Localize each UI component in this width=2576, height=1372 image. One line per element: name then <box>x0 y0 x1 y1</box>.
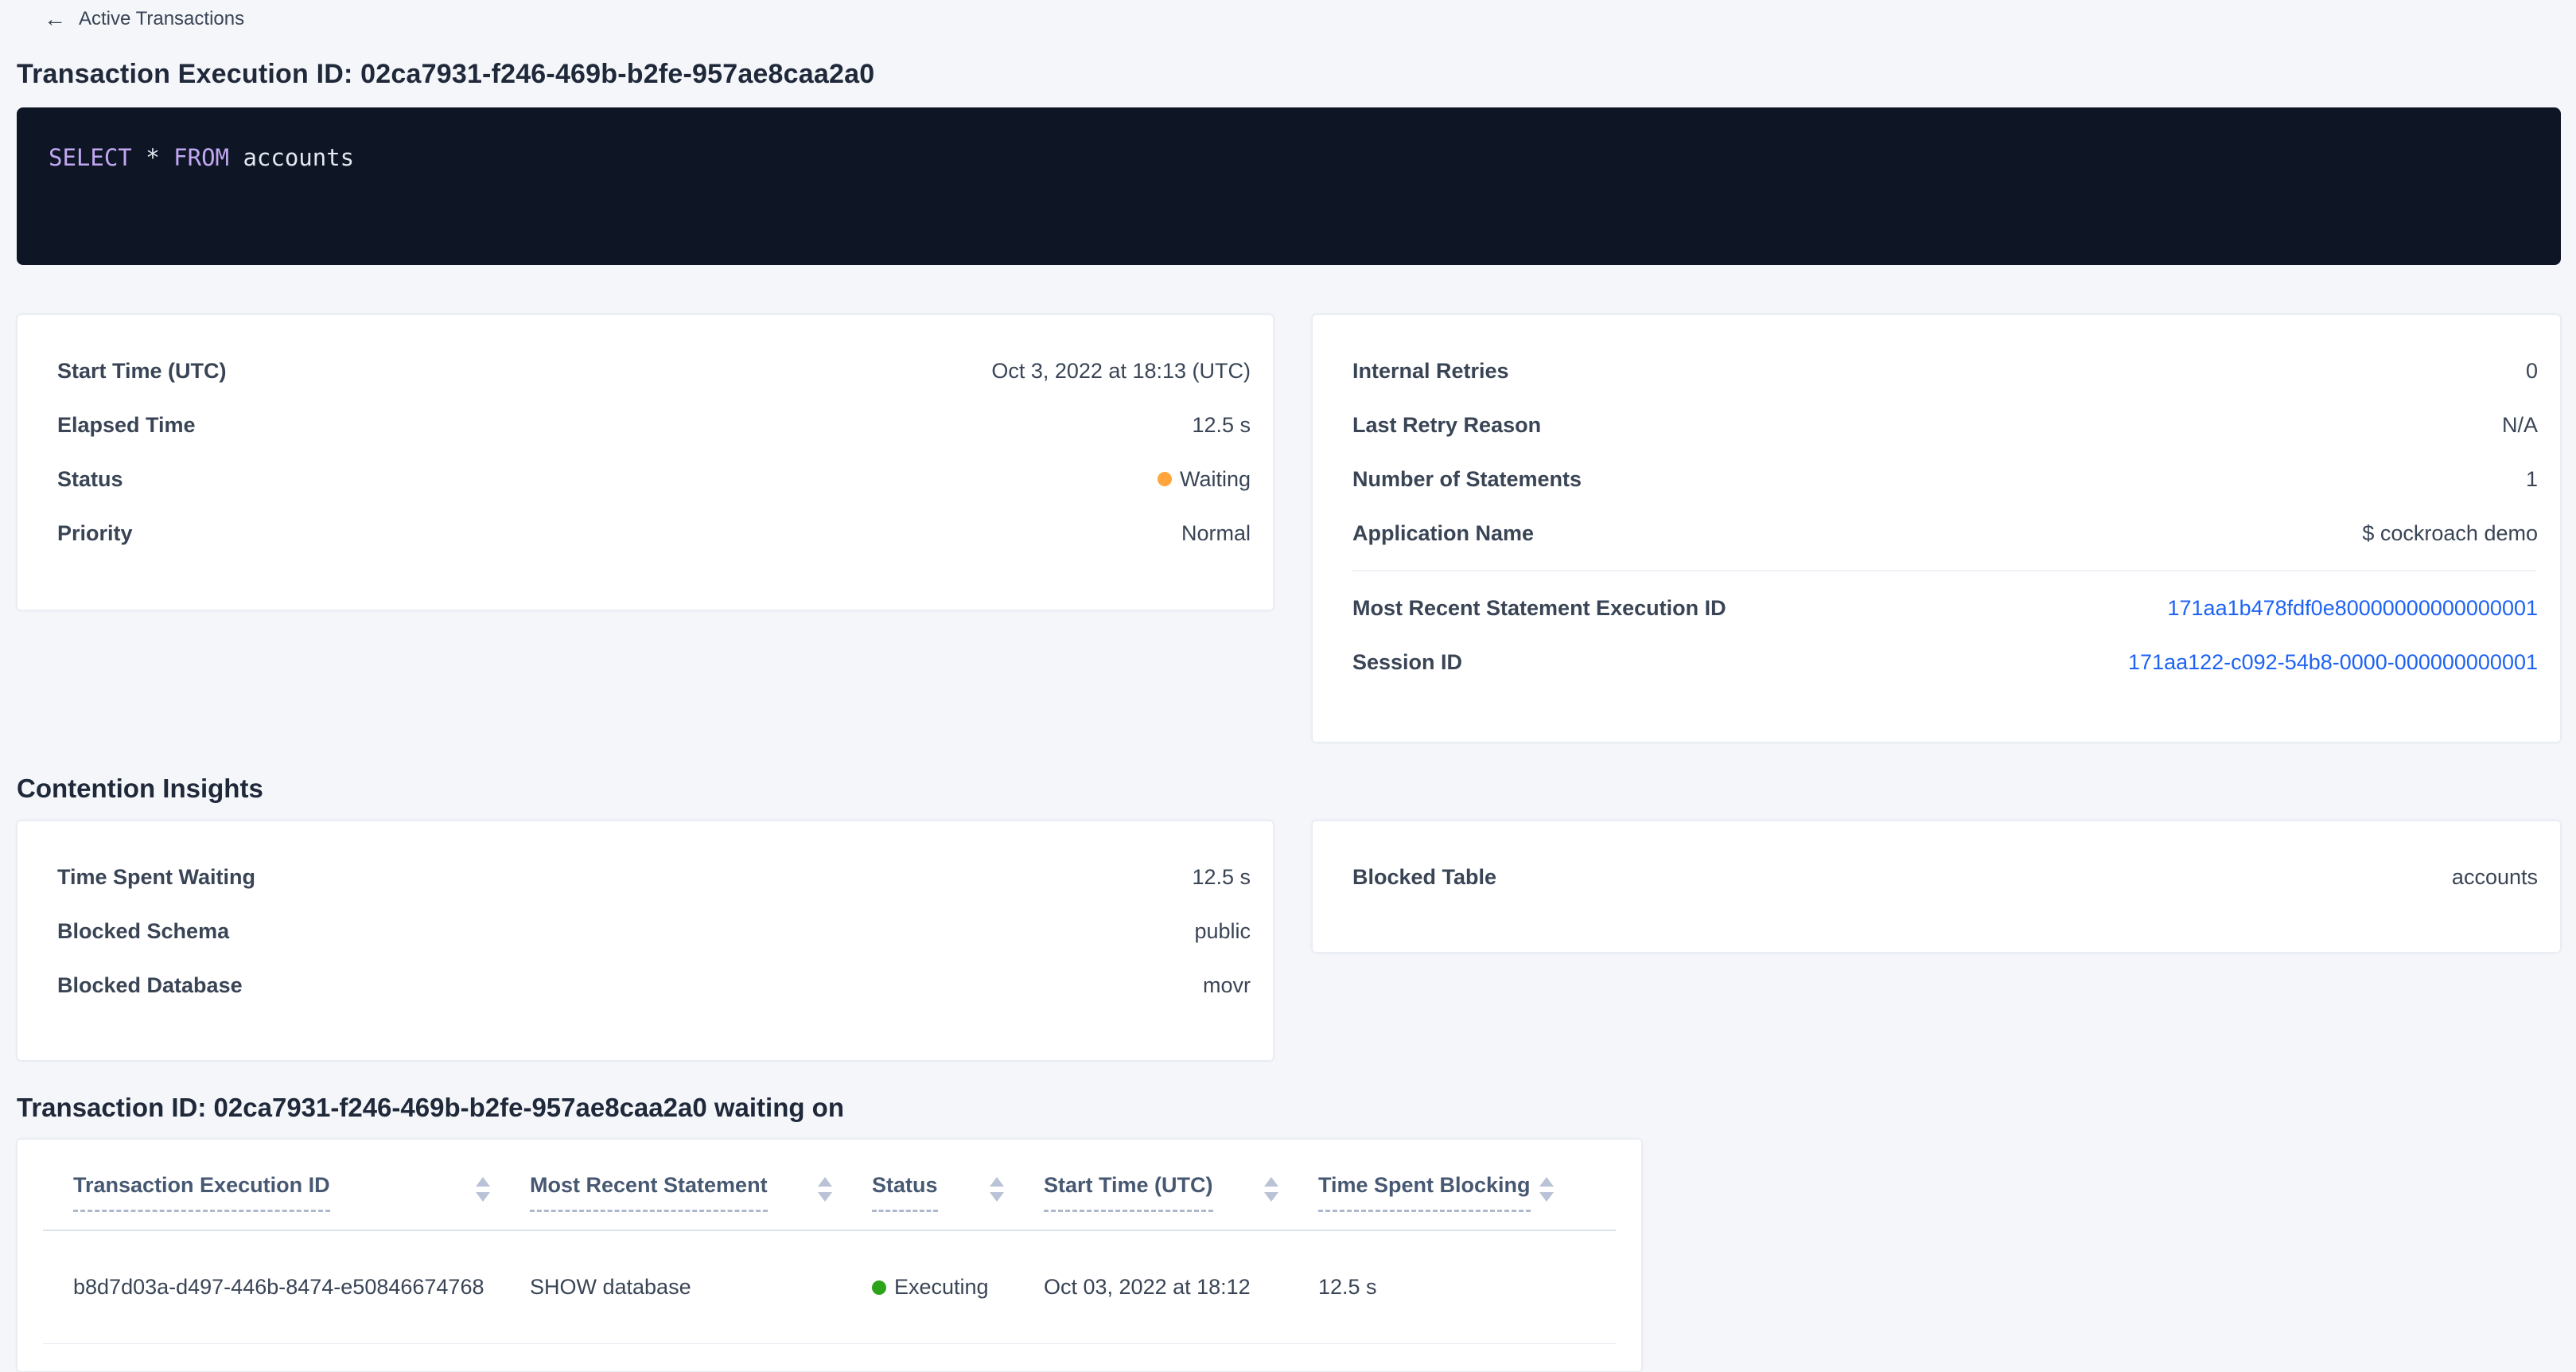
session-id-row: Session ID 171aa122-c092-54b8-0000-00000… <box>1313 635 2560 689</box>
column-header-time-spent-blocking[interactable]: Time Spent Blocking <box>1318 1173 1593 1212</box>
sort-icon[interactable] <box>1264 1177 1278 1202</box>
blocked-table-row: Blocked Table accounts <box>1313 850 2560 904</box>
start-time-value: Oct 3, 2022 at 18:13 (UTC) <box>991 359 1251 384</box>
overview-card-left: Start Time (UTC) Oct 3, 2022 at 18:13 (U… <box>17 314 1274 610</box>
cell-status: Executing <box>872 1275 1044 1300</box>
status-value: Waiting <box>1158 467 1251 492</box>
cell-transaction-execution-id: b8d7d03a-d497-446b-8474-e50846674768 <box>73 1275 530 1300</box>
contention-cards-row: Time Spent Waiting 12.5 s Blocked Schema… <box>17 820 2561 1061</box>
internal-retries-value: 0 <box>2526 359 2538 384</box>
most-recent-statement-execution-id-label: Most Recent Statement Execution ID <box>1352 596 1726 621</box>
status-row: Status Waiting <box>18 452 1273 506</box>
table-bottom-padding <box>18 1344 1641 1371</box>
session-id-label: Session ID <box>1352 650 1462 675</box>
time-spent-waiting-row: Time Spent Waiting 12.5 s <box>18 850 1273 904</box>
last-retry-reason-value: N/A <box>2502 413 2538 438</box>
start-time-row: Start Time (UTC) Oct 3, 2022 at 18:13 (U… <box>18 344 1273 398</box>
cell-status-text: Executing <box>894 1275 989 1300</box>
back-arrow-icon: ← <box>44 8 66 30</box>
sql-star: * <box>132 144 173 171</box>
sort-icon[interactable] <box>818 1177 832 1202</box>
sql-statement-box: SELECT * FROM accounts <box>17 107 2561 265</box>
status-value-text: Waiting <box>1180 467 1251 492</box>
status-label: Status <box>57 467 123 492</box>
blocked-schema-row: Blocked Schema public <box>18 904 1273 958</box>
sort-icon[interactable] <box>990 1177 1004 1202</box>
waiting-on-table-card: Transaction Execution ID Most Recent Sta… <box>17 1139 1642 1372</box>
cell-start-time: Oct 03, 2022 at 18:12 <box>1044 1275 1318 1300</box>
last-retry-reason-label: Last Retry Reason <box>1352 413 1541 438</box>
elapsed-time-value: 12.5 s <box>1192 413 1251 438</box>
table-row: b8d7d03a-d497-446b-8474-e50846674768 SHO… <box>18 1231 1641 1343</box>
elapsed-time-row: Elapsed Time 12.5 s <box>18 398 1273 452</box>
blocked-database-value: movr <box>1203 973 1251 998</box>
sort-icon[interactable] <box>476 1177 490 1202</box>
page-title: Transaction Execution ID: 02ca7931-f246-… <box>17 59 2561 90</box>
most-recent-statement-execution-id-row: Most Recent Statement Execution ID 171aa… <box>1313 581 2560 635</box>
last-retry-reason-row: Last Retry Reason N/A <box>1313 398 2560 452</box>
blocked-schema-value: public <box>1194 919 1251 944</box>
priority-value: Normal <box>1181 521 1251 546</box>
overview-card-right: Internal Retries 0 Last Retry Reason N/A… <box>1312 314 2561 743</box>
column-header-start-time[interactable]: Start Time (UTC) <box>1044 1173 1318 1212</box>
waiting-on-heading: Transaction ID: 02ca7931-f246-469b-b2fe-… <box>17 1093 2561 1123</box>
column-header-label: Start Time (UTC) <box>1044 1173 1213 1212</box>
priority-row: Priority Normal <box>18 506 1273 560</box>
sql-statement-text: SELECT * FROM accounts <box>49 144 2529 171</box>
number-of-statements-row: Number of Statements 1 <box>1313 452 2560 506</box>
blocked-table-label: Blocked Table <box>1352 865 1496 890</box>
blocked-schema-label: Blocked Schema <box>57 919 229 944</box>
contention-card-left: Time Spent Waiting 12.5 s Blocked Schema… <box>17 820 1274 1061</box>
transaction-details-page: ← Active Transactions Transaction Execut… <box>0 0 2576 1366</box>
sql-keyword-select: SELECT <box>49 144 132 171</box>
sort-icon[interactable] <box>1539 1177 1554 1202</box>
column-header-label: Time Spent Blocking <box>1318 1173 1531 1212</box>
session-id-link[interactable]: 171aa122-c092-54b8-0000-000000000001 <box>2128 650 2538 675</box>
column-header-transaction-execution-id[interactable]: Transaction Execution ID <box>73 1173 530 1212</box>
internal-retries-row: Internal Retries 0 <box>1313 344 2560 398</box>
application-name-row: Application Name $ cockroach demo <box>1313 506 2560 560</box>
executing-status-dot-icon <box>872 1280 886 1295</box>
waiting-on-table-header: Transaction Execution ID Most Recent Sta… <box>18 1140 1641 1212</box>
column-header-label: Status <box>872 1173 938 1212</box>
blocked-database-row: Blocked Database movr <box>18 958 1273 1012</box>
internal-retries-label: Internal Retries <box>1352 359 1509 384</box>
contention-insights-heading: Contention Insights <box>17 774 2561 804</box>
application-name-value: $ cockroach demo <box>2362 521 2538 546</box>
overview-cards-row: Start Time (UTC) Oct 3, 2022 at 18:13 (U… <box>17 314 2561 743</box>
back-to-active-transactions-link[interactable]: ← Active Transactions <box>44 8 244 30</box>
priority-label: Priority <box>57 521 133 546</box>
elapsed-time-label: Elapsed Time <box>57 413 196 438</box>
most-recent-statement-execution-id-link[interactable]: 171aa1b478fdf0e80000000000000001 <box>2168 596 2539 621</box>
back-link-label: Active Transactions <box>79 8 244 30</box>
column-header-status[interactable]: Status <box>872 1173 1044 1212</box>
column-header-label: Most Recent Statement <box>530 1173 768 1212</box>
card-divider <box>1352 570 2536 571</box>
blocked-table-value: accounts <box>2452 865 2538 890</box>
number-of-statements-label: Number of Statements <box>1352 467 1582 492</box>
start-time-label: Start Time (UTC) <box>57 359 227 384</box>
time-spent-waiting-value: 12.5 s <box>1192 865 1251 890</box>
cell-time-spent-blocking: 12.5 s <box>1318 1275 1593 1300</box>
waiting-status-dot-icon <box>1158 472 1172 486</box>
number-of-statements-value: 1 <box>2526 467 2538 492</box>
sql-table-name: accounts <box>229 144 354 171</box>
cell-most-recent-statement: SHOW database <box>530 1275 872 1300</box>
contention-card-right: Blocked Table accounts <box>1312 820 2561 953</box>
application-name-label: Application Name <box>1352 521 1534 546</box>
time-spent-waiting-label: Time Spent Waiting <box>57 865 255 890</box>
column-header-most-recent-statement[interactable]: Most Recent Statement <box>530 1173 872 1212</box>
blocked-database-label: Blocked Database <box>57 973 243 998</box>
sql-keyword-from: FROM <box>173 144 229 171</box>
column-header-label: Transaction Execution ID <box>73 1173 330 1212</box>
